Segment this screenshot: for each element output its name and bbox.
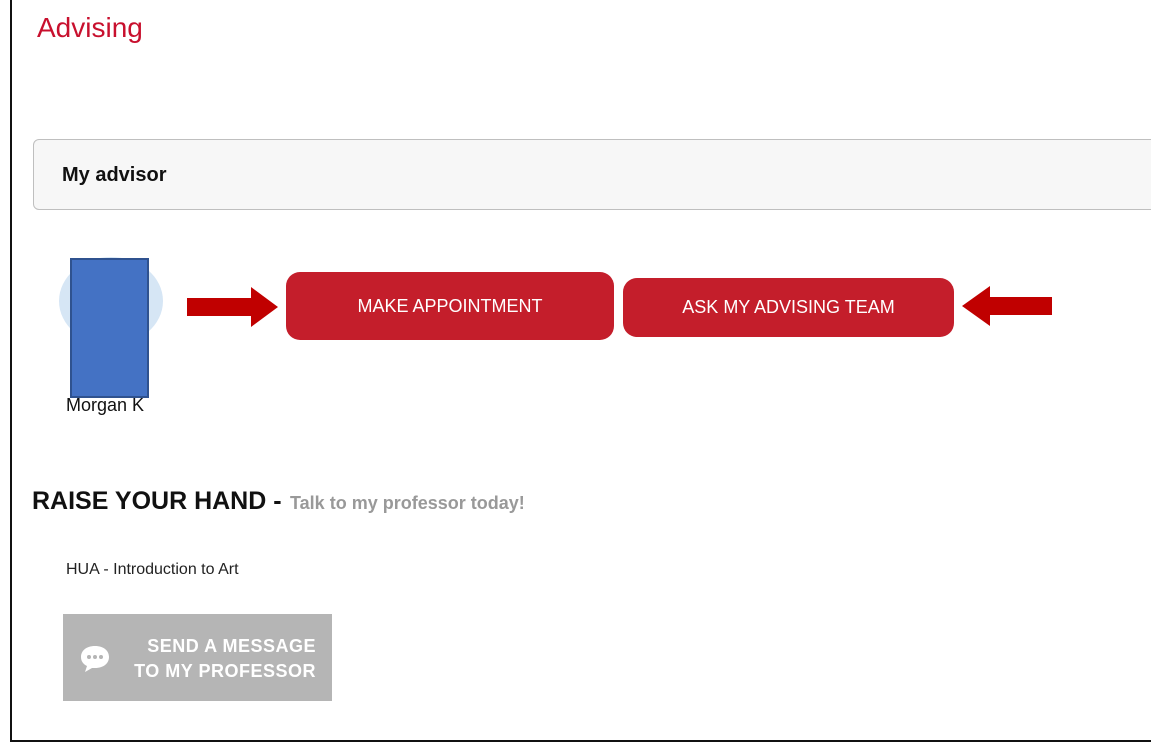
arrow-left-icon <box>962 286 1052 326</box>
redaction-box <box>70 258 149 398</box>
raise-hand-title: RAISE YOUR HAND - <box>32 487 282 515</box>
ask-advising-team-label: ASK MY ADVISING TEAM <box>682 297 895 317</box>
my-advisor-title: My advisor <box>62 164 167 186</box>
course-name: HUA - Introduction to Art <box>66 561 239 578</box>
ask-advising-team-button[interactable]: ASK MY ADVISING TEAM <box>623 278 954 337</box>
raise-hand-heading: RAISE YOUR HAND - Talk to my professor t… <box>32 487 525 516</box>
send-message-line2: TO MY PROFESSOR <box>134 661 316 681</box>
send-message-label: SEND A MESSAGE TO MY PROFESSOR <box>126 634 316 684</box>
advising-page: Advising My advisor Morgan K MAKE APPOIN… <box>10 0 1151 742</box>
raise-hand-subtitle: Talk to my professor today! <box>290 493 525 513</box>
arrow-right-icon <box>187 287 278 327</box>
send-message-button[interactable]: SEND A MESSAGE TO MY PROFESSOR <box>63 614 332 701</box>
my-advisor-panel-header[interactable]: My advisor <box>33 139 1151 210</box>
send-message-line1: SEND A MESSAGE <box>147 636 316 656</box>
page-title: Advising <box>37 12 143 43</box>
chat-bubble-icon <box>81 646 109 672</box>
make-appointment-label: MAKE APPOINTMENT <box>357 295 543 316</box>
advisor-name: Morgan K <box>66 395 145 415</box>
make-appointment-button[interactable]: MAKE APPOINTMENT <box>286 272 614 340</box>
